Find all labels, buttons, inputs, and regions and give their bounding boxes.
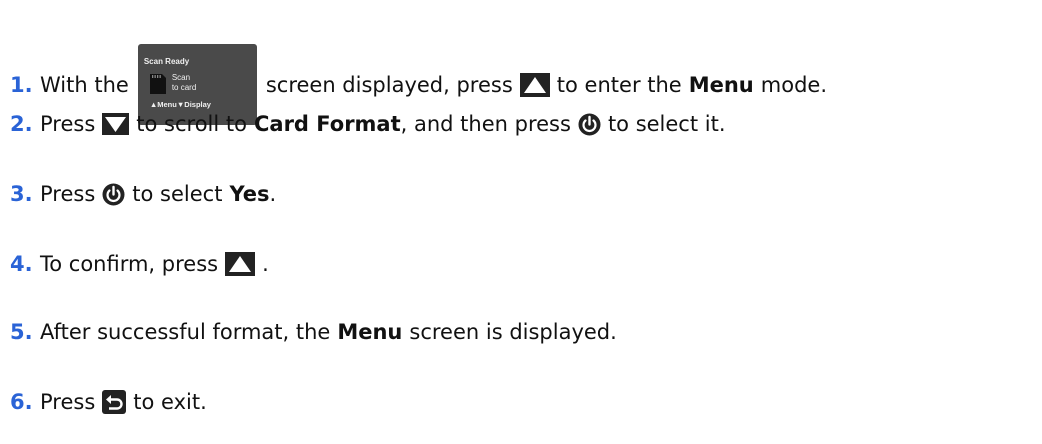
- screen-label-line1: Scan: [171, 73, 191, 82]
- step-text: To confirm, press: [40, 252, 219, 276]
- step-number: 1.: [10, 72, 33, 97]
- step-number: 3.: [10, 182, 33, 206]
- step-text: Press: [40, 390, 96, 414]
- up-triangle-button-icon: [225, 252, 256, 276]
- step-number: 2.: [10, 112, 33, 136]
- step-3: 3. Press to select Yes .: [0, 180, 276, 208]
- step-4: 4. To confirm, press .: [0, 250, 269, 278]
- step-text: Press: [40, 182, 96, 206]
- softkey-display: Display: [184, 100, 211, 109]
- step-text: With the: [40, 72, 129, 97]
- card-format-term: Card Format: [253, 112, 401, 136]
- screen-title: Scan Ready: [143, 57, 190, 66]
- menu-term: Menu: [688, 72, 754, 97]
- yes-term: Yes: [229, 182, 270, 206]
- step-number: 5.: [10, 320, 33, 344]
- step-6: 6. Press to exit.: [0, 388, 207, 416]
- step-5: 5. After successful format, the Menu scr…: [0, 318, 617, 346]
- step-text: .: [262, 252, 269, 276]
- up-triangle-button-icon: [519, 72, 550, 97]
- down-triangle-button-icon: [102, 113, 130, 135]
- step-text: .: [269, 182, 277, 206]
- step-text: mode.: [760, 72, 827, 97]
- step-number: 6.: [10, 390, 33, 414]
- step-text: to exit.: [133, 390, 207, 414]
- step-text: Press: [40, 112, 96, 136]
- menu-term: Menu: [337, 320, 403, 344]
- step-2: 2. Press to scroll to Card Format , and …: [0, 110, 726, 138]
- power-select-icon: [102, 183, 125, 206]
- screen-label: Scan to card: [172, 73, 212, 93]
- step-text: screen displayed, press: [265, 72, 513, 97]
- step-text: , and then press: [400, 112, 571, 136]
- step-text: screen is displayed.: [409, 320, 617, 344]
- power-select-icon: [578, 113, 601, 136]
- step-text: to scroll to: [136, 112, 247, 136]
- step-text: to enter the: [556, 72, 682, 97]
- step-text: to select it.: [607, 112, 726, 136]
- step-text: to select: [132, 182, 223, 206]
- step-text: After successful format, the: [40, 320, 331, 344]
- return-back-icon: [102, 390, 127, 414]
- softkey-menu: Menu: [157, 100, 177, 109]
- step-number: 4.: [10, 252, 33, 276]
